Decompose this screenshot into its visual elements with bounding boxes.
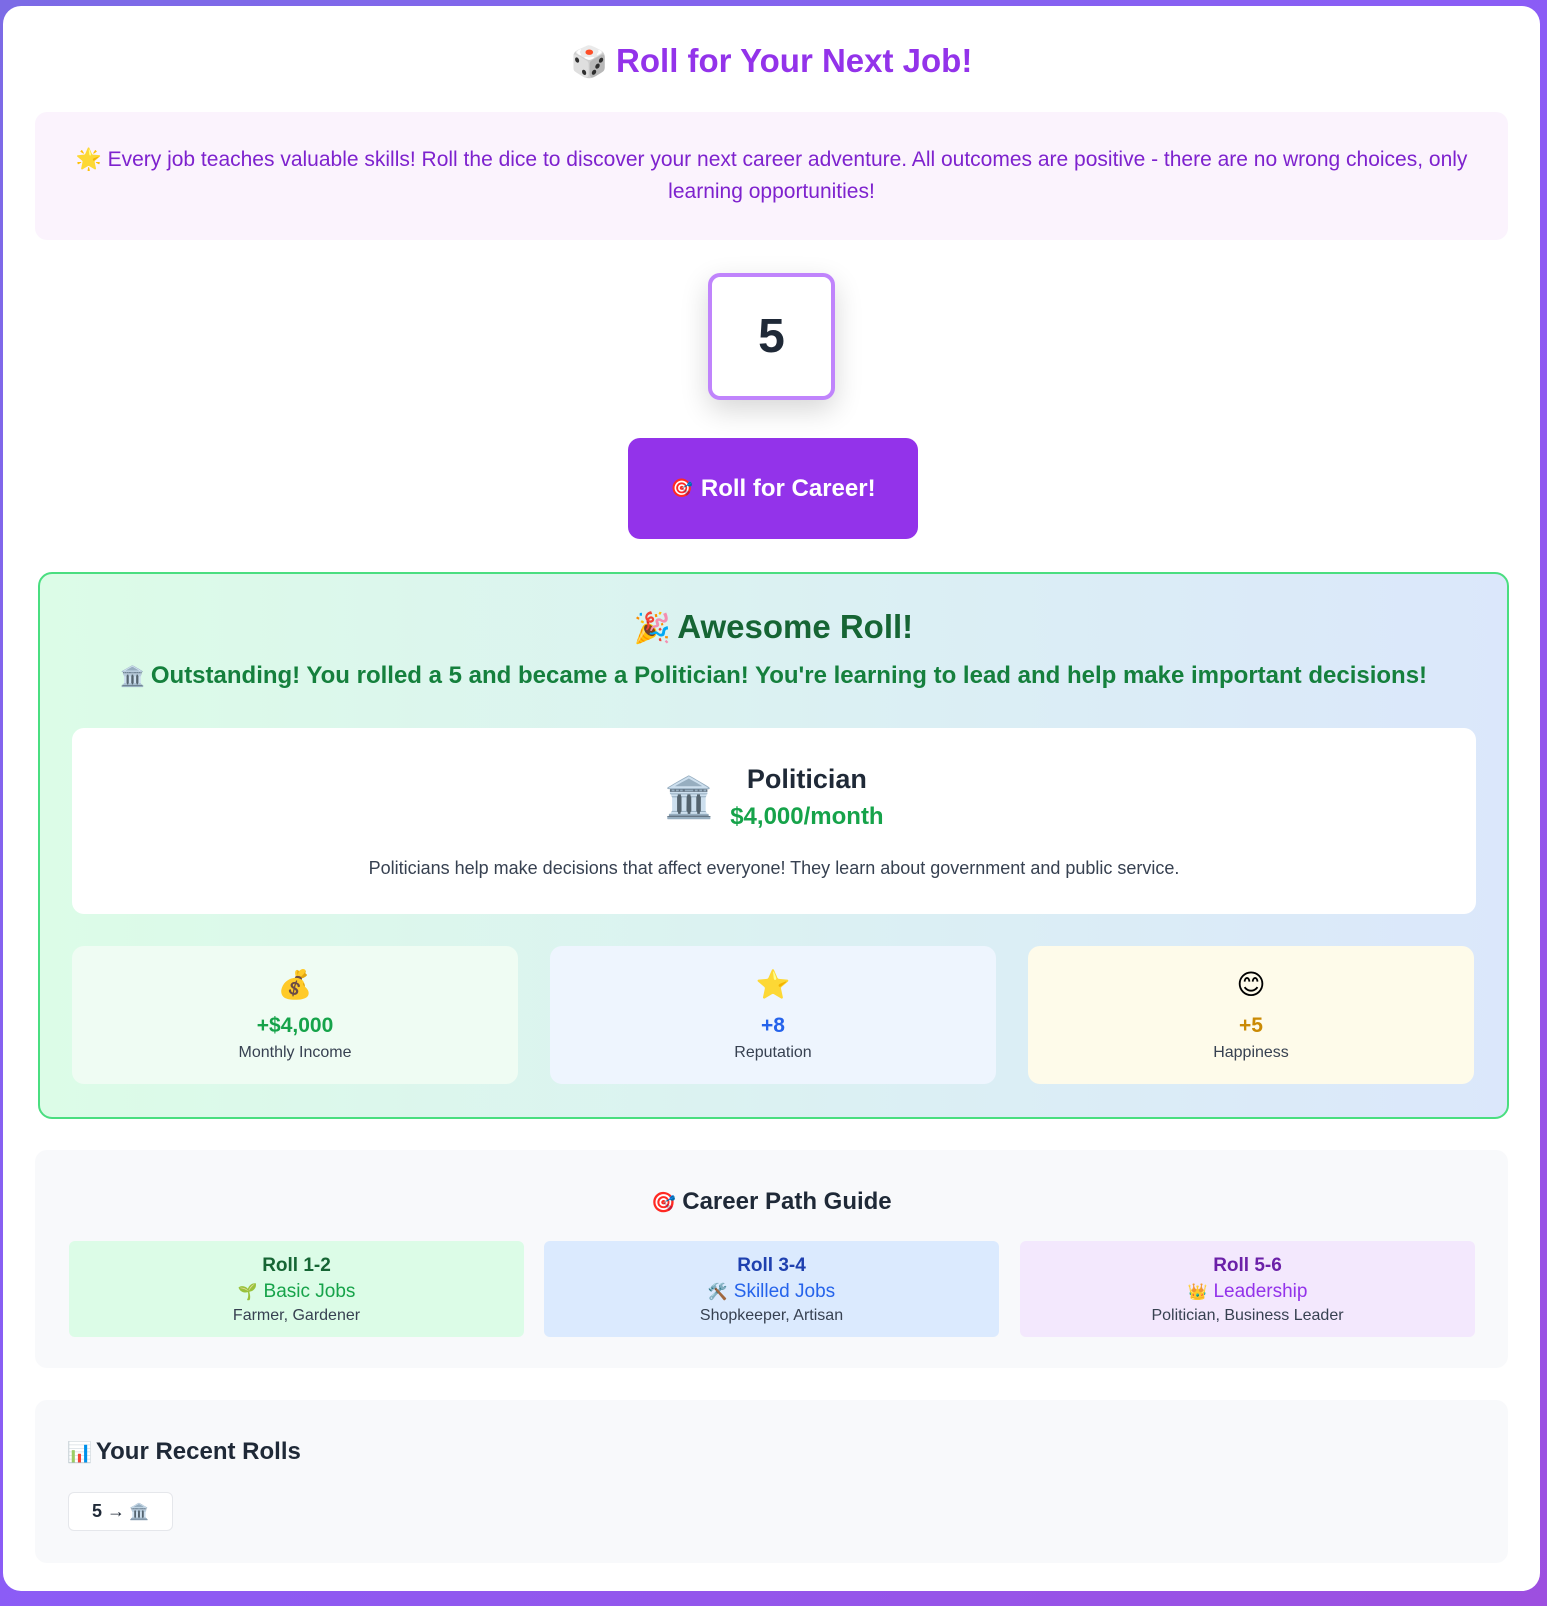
intro-text: Every job teaches valuable skills! Roll … <box>107 148 1468 203</box>
job-header: 🏛️ Politician $4,000/month <box>72 764 1476 831</box>
stat-happiness: 😊 +5 Happiness <box>1028 946 1474 1084</box>
classical-building-icon: 🏛️ <box>119 666 145 688</box>
recent-roll-chip: 5 → 🏛️ <box>68 1492 173 1531</box>
roll-career-button[interactable]: 🎯 Roll for Career! <box>628 438 918 539</box>
star-icon: ⭐ <box>755 969 791 1000</box>
stat-reputation-value: +8 <box>761 1014 785 1037</box>
page-title: 🎲 Roll for Your Next Job! <box>3 42 1540 80</box>
career-path-guide: 🎯 Career Path Guide Roll 1-2 🌱 Basic Jobs … <box>35 1150 1508 1368</box>
tier-skilled-jobs: Roll 3-4 🛠️ Skilled Jobs Shopkeeper, Arti… <box>544 1241 999 1337</box>
tools-icon: 🛠️ <box>707 1284 728 1301</box>
job-description: Politicians help make decisions that aff… <box>368 858 1180 878</box>
recent-rolls-title: 📊 Your Recent Rolls <box>67 1438 301 1466</box>
crown-icon: 👑 <box>1187 1284 1208 1301</box>
seedling-icon: 🌱 <box>237 1284 258 1301</box>
tier-name-text: Basic Jobs <box>263 1281 356 1302</box>
glowing-star-icon: 🌟 <box>75 148 102 171</box>
bar-chart-icon: 📊 <box>67 1442 92 1464</box>
tier-examples: Politician, Business Leader <box>1151 1307 1344 1324</box>
job-building-icon: 🏛️ <box>664 776 715 820</box>
recent-rolls-title-text: Your Recent Rolls <box>95 1438 301 1465</box>
tier-basic-jobs: Roll 1-2 🌱 Basic Jobs Farmer, Gardener <box>69 1241 524 1337</box>
target-icon: 🎯 <box>670 478 693 498</box>
tier-roll-range: Roll 5-6 <box>1213 1255 1282 1276</box>
tier-name-text: Leadership <box>1213 1281 1308 1302</box>
job-salary: $4,000/month <box>730 803 884 830</box>
result-message: 🏛️ Outstanding! You rolled a 5 and became… <box>40 662 1507 690</box>
tier-name: 🌱 Basic Jobs <box>69 1281 524 1303</box>
dice-display: 5 <box>708 273 835 400</box>
stat-income-label: Monthly Income <box>238 1044 352 1061</box>
tier-name: 🛠️ Skilled Jobs <box>544 1281 999 1303</box>
tier-name: 👑 Leadership <box>1020 1281 1475 1303</box>
recent-roll-text: 5 → <box>92 1501 126 1521</box>
dice-icon: 🎲 <box>570 46 609 79</box>
tier-leadership: Roll 5-6 👑 Leadership Politician, Busines… <box>1020 1241 1475 1337</box>
stat-happiness-value: +5 <box>1239 1014 1263 1037</box>
stat-reputation: ⭐ +8 Reputation <box>550 946 996 1084</box>
stat-income-value: +$4,000 <box>256 1014 334 1037</box>
stat-income: 💰 +$4,000 Monthly Income <box>72 946 518 1084</box>
result-panel: 🎉 Awesome Roll! 🏛️ Outstanding! You rolled… <box>38 572 1509 1119</box>
tier-roll-range: Roll 1-2 <box>262 1255 331 1276</box>
classical-building-icon: 🏛️ <box>129 1503 149 1521</box>
job-card: 🏛️ Politician $4,000/month Politicians h… <box>72 728 1476 914</box>
game-card: 🎲 Roll for Your Next Job! 🌟 Every job tea… <box>3 6 1540 1591</box>
result-message-text: Outstanding! You rolled a 5 and became a… <box>150 662 1428 689</box>
smiley-face-icon: 😊 <box>1236 969 1266 1000</box>
party-popper-icon: 🎉 <box>633 612 672 645</box>
intro-banner: 🌟 Every job teaches valuable skills! Rol… <box>35 112 1508 240</box>
stat-happiness-label: Happiness <box>1213 1044 1289 1061</box>
job-texts: Politician $4,000/month <box>730 764 883 831</box>
tier-examples: Shopkeeper, Artisan <box>699 1307 844 1324</box>
page-title-text: Roll for Your Next Job! <box>616 42 973 79</box>
guide-title: 🎯 Career Path Guide <box>35 1188 1508 1216</box>
target-icon: 🎯 <box>651 1192 677 1214</box>
intro-text-block: 🌟 Every job teaches valuable skills! Rol… <box>75 144 1468 208</box>
guide-title-text: Career Path Guide <box>682 1188 892 1215</box>
result-title-text: Awesome Roll! <box>677 608 914 645</box>
money-bag-icon: 💰 <box>277 969 313 1000</box>
job-name: Politician <box>746 764 867 794</box>
recent-rolls: 📊 Your Recent Rolls 5 → 🏛️ <box>35 1400 1508 1563</box>
result-title: 🎉 Awesome Roll! <box>40 608 1507 646</box>
tier-roll-range: Roll 3-4 <box>737 1255 806 1276</box>
tier-name-text: Skilled Jobs <box>733 1281 836 1302</box>
roll-career-button-label: Roll for Career! <box>700 474 876 502</box>
stat-reputation-label: Reputation <box>734 1044 812 1061</box>
tier-examples: Farmer, Gardener <box>232 1307 361 1324</box>
